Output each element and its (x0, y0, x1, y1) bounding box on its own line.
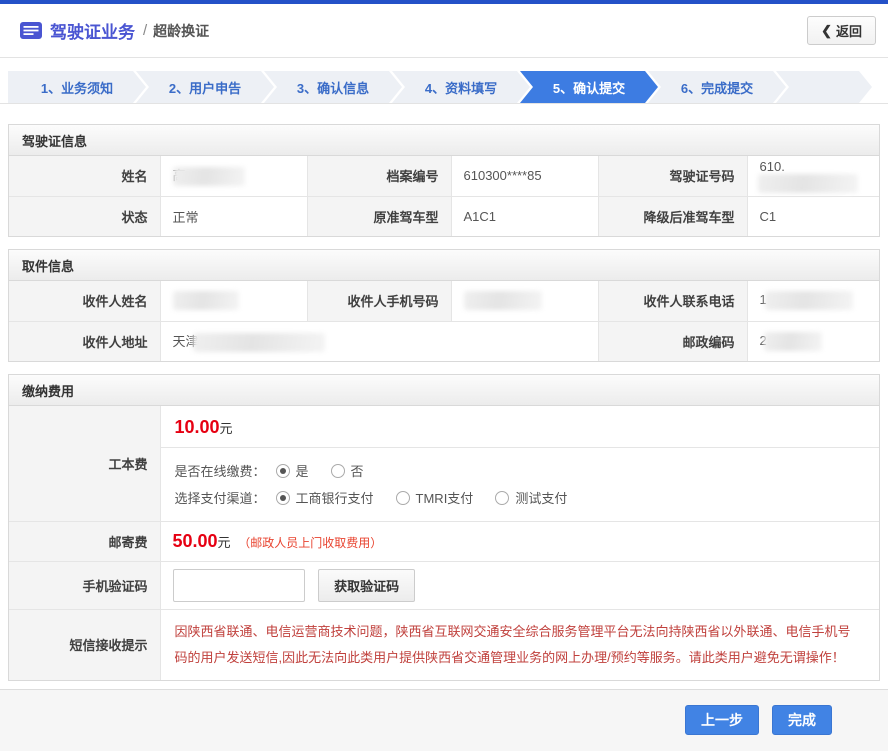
redaction-blur (464, 291, 542, 310)
status-value: 正常 (160, 196, 307, 236)
original-type-label: 原准驾车型 (307, 196, 451, 236)
downgraded-type-value: C1 (747, 196, 879, 236)
sms-notice-label: 短信接收提示 (9, 610, 160, 680)
table-row: 手机验证码 获取验证码 (9, 562, 879, 610)
radio-online-yes[interactable] (276, 464, 290, 478)
yuan-unit: 元 (218, 535, 231, 550)
back-button-label: 返回 (836, 21, 862, 40)
get-captcha-button[interactable]: 获取验证码 (318, 569, 415, 602)
breadcrumb-current: 超龄换证 (153, 21, 209, 41)
step-1-notice[interactable]: 1、业务须知 (8, 71, 146, 103)
pickup-info-section: 取件信息 收件人姓名 收件人手机号码 收件人联系电话 1 收件人地址 天津 邮政… (8, 249, 880, 362)
redaction-blur (765, 291, 853, 310)
redaction-blur (193, 333, 325, 352)
mail-fee-note: （邮政人员上门收取费用） (238, 536, 382, 550)
yuan-unit: 元 (220, 421, 233, 436)
recipient-mobile-label: 收件人手机号码 (307, 281, 451, 321)
license-section-title: 驾驶证信息 (9, 125, 879, 156)
postcode-label: 邮政编码 (598, 321, 747, 361)
online-yes-label[interactable]: 是 (296, 461, 309, 480)
recipient-name-label: 收件人姓名 (9, 281, 160, 321)
finish-button[interactable]: 完成 (772, 705, 832, 735)
work-fee-amount: 10.00 (175, 417, 220, 437)
redaction-blur (173, 291, 239, 310)
fees-section: 缴纳费用 工本费 10.00元 是否在线缴费： 是 否 选择 (8, 374, 880, 681)
file-number-value: 610300****85 (451, 156, 598, 196)
channel-tmri-label[interactable]: TMRI支付 (416, 488, 474, 507)
license-info-section: 驾驶证信息 姓名 高 档案编号 610300****85 驾驶证号码 610. … (8, 124, 880, 237)
table-row: 邮寄费 50.00元 （邮政人员上门收取费用） (9, 522, 879, 562)
step-5-confirm-submit[interactable]: 5、确认提交 (520, 71, 658, 103)
page-title: 驾驶证业务 (50, 18, 135, 43)
fees-section-title: 缴纳费用 (9, 375, 879, 406)
step-6-complete[interactable]: 6、完成提交 (648, 71, 786, 103)
recipient-address-value: 天津 (160, 321, 598, 361)
pay-channel-caption: 选择支付渠道： (175, 488, 266, 507)
table-row: 姓名 高 档案编号 610300****85 驾驶证号码 610. (9, 156, 879, 196)
radio-channel-test[interactable] (495, 491, 509, 505)
license-business-icon (20, 22, 42, 39)
chevron-left-icon: ❮ (821, 24, 832, 37)
status-label: 状态 (9, 196, 160, 236)
file-number-label: 档案编号 (307, 156, 451, 196)
captcha-input[interactable] (173, 569, 305, 602)
license-number-label: 驾驶证号码 (598, 156, 747, 196)
captcha-label: 手机验证码 (9, 562, 160, 610)
online-no-label[interactable]: 否 (351, 461, 364, 480)
page-header: 驾驶证业务 / 超龄换证 ❮ 返回 (0, 4, 888, 58)
channel-test-label[interactable]: 测试支付 (515, 488, 567, 507)
radio-channel-tmri[interactable] (396, 491, 410, 505)
previous-step-button[interactable]: 上一步 (685, 705, 759, 735)
step-filler (776, 71, 872, 103)
table-row: 短信接收提示 因陕西省联通、电信运营商技术问题，陕西省互联网交通安全综合服务管理… (9, 610, 879, 680)
downgraded-type-label: 降级后准驾车型 (598, 196, 747, 236)
table-row: 状态 正常 原准驾车型 A1C1 降级后准驾车型 C1 (9, 196, 879, 236)
breadcrumb-separator: / (143, 22, 147, 39)
radio-online-no[interactable] (331, 464, 345, 478)
step-2-declaration[interactable]: 2、用户申告 (136, 71, 274, 103)
name-label: 姓名 (9, 156, 160, 196)
mail-fee-value: 50.00元 （邮政人员上门收取费用） (160, 522, 879, 562)
recipient-name-value (160, 281, 307, 321)
step-wizard: 1、业务须知 2、用户申告 3、确认信息 4、资料填写 5、确认提交 6、完成提… (0, 58, 888, 104)
redaction-blur (758, 174, 858, 193)
license-number-value: 610. (747, 156, 879, 196)
radio-channel-icbc[interactable] (276, 491, 290, 505)
table-row: 工本费 10.00元 是否在线缴费： 是 否 选择支付渠道： (9, 406, 879, 522)
step-4-fill-data[interactable]: 4、资料填写 (392, 71, 530, 103)
channel-icbc-label[interactable]: 工商银行支付 (296, 488, 374, 507)
online-pay-caption: 是否在线缴费： (175, 461, 266, 480)
pickup-section-title: 取件信息 (9, 250, 879, 281)
recipient-phone-value: 1 (747, 281, 879, 321)
work-fee-label: 工本费 (9, 406, 160, 522)
sms-notice-text: 因陕西省联通、电信运营商技术问题，陕西省互联网交通安全综合服务管理平台无法向持陕… (175, 619, 864, 670)
redaction-blur (173, 167, 245, 186)
table-row: 收件人姓名 收件人手机号码 收件人联系电话 1 (9, 281, 879, 321)
recipient-address-label: 收件人地址 (9, 321, 160, 361)
redaction-blur (764, 332, 822, 351)
recipient-phone-label: 收件人联系电话 (598, 281, 747, 321)
table-row: 收件人地址 天津 邮政编码 2 (9, 321, 879, 361)
original-type-value: A1C1 (451, 196, 598, 236)
back-button[interactable]: ❮ 返回 (807, 16, 876, 45)
postcode-value: 2 (747, 321, 879, 361)
recipient-mobile-value (451, 281, 598, 321)
name-value: 高 (160, 156, 307, 196)
mail-fee-label: 邮寄费 (9, 522, 160, 562)
step-3-confirm-info[interactable]: 3、确认信息 (264, 71, 402, 103)
footer-action-bar: 上一步 完成 (0, 689, 888, 751)
mail-fee-amount: 50.00 (173, 531, 218, 551)
